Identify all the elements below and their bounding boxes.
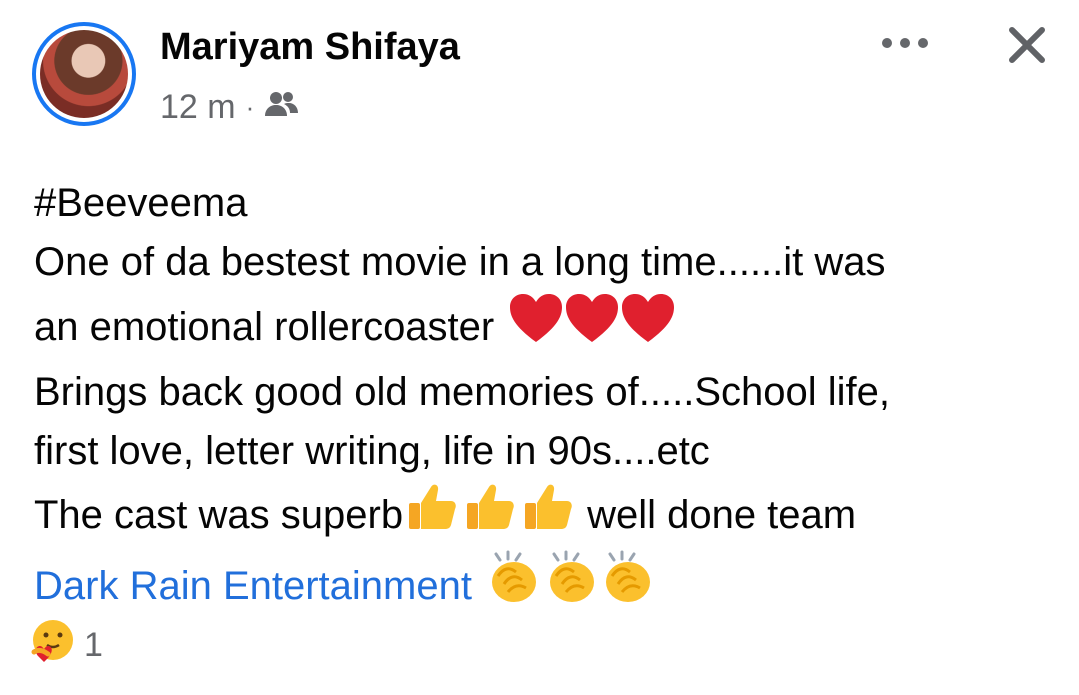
profile-photo [40, 30, 128, 118]
post-line-1: One of da bestest movie in a long time..… [34, 233, 1044, 292]
separator: · [245, 92, 255, 122]
thumbs-up-icon [525, 484, 572, 529]
thumbs-up-icon [467, 484, 514, 529]
author-name[interactable]: Mariyam Shifaya [160, 26, 460, 69]
clap-emoji-group [486, 550, 656, 623]
timestamp[interactable]: 12 m [160, 88, 236, 127]
mention-link[interactable]: Dark Rain Entertainment [34, 557, 472, 616]
red-heart-icon [510, 294, 563, 342]
heart-emoji-group [508, 292, 676, 363]
post-text-line: The cast was superb [34, 493, 404, 537]
post-text-line: first love, letter writing, life in 90s.… [34, 429, 710, 473]
post-text-line: Brings back good old memories of.....Sch… [34, 370, 890, 414]
post-text-line: One of da bestest movie in a long time..… [34, 240, 886, 284]
close-button[interactable] [1002, 20, 1052, 70]
red-heart-icon [622, 294, 675, 342]
avatar[interactable] [32, 22, 136, 126]
reaction-count: 1 [84, 626, 103, 664]
post-line-2: an emotional rollercoaster [34, 292, 1044, 363]
post-line-6: Dark Rain Entertainment [34, 550, 1044, 623]
post-text-line: well done team [587, 493, 857, 537]
close-icon [1009, 27, 1045, 63]
red-heart-icon [566, 294, 619, 342]
post-line-5: The cast was superb well done team [34, 481, 1044, 550]
post-text-line: an emotional rollercoaster [34, 305, 495, 349]
reactions-summary[interactable]: 1 [30, 618, 103, 673]
post-line-3: Brings back good old memories of.....Sch… [34, 363, 1044, 422]
thumbs-up-icon [409, 484, 456, 529]
hashtag-line: #Beeveema [34, 174, 1044, 233]
more-options-button[interactable] [878, 26, 932, 60]
thumbs-up-emoji-group [407, 481, 575, 550]
care-reaction-icon [30, 618, 76, 673]
hashtag[interactable]: #Beeveema [34, 174, 247, 233]
post-meta: 12 m · [160, 88, 299, 127]
post-text: #Beeveema One of da bestest movie in a l… [34, 174, 1044, 623]
more-options-icon [882, 38, 928, 48]
clapping-hands-icon [491, 550, 536, 602]
clapping-hands-icon [549, 550, 594, 602]
post-line-4: first love, letter writing, life in 90s.… [34, 422, 1044, 481]
friends-icon[interactable] [264, 88, 299, 127]
clapping-hands-icon [605, 550, 650, 602]
